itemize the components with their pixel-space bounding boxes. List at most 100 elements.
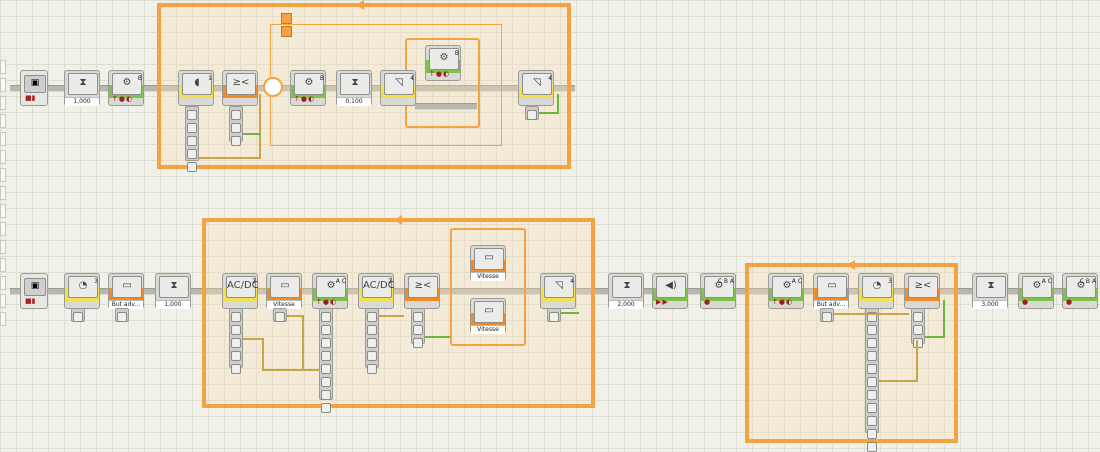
inner-motor-port: B <box>319 75 324 82</box>
compass-port: 3 <box>94 278 98 285</box>
data-wire[interactable] <box>243 133 261 135</box>
data-wire[interactable] <box>539 112 559 114</box>
motor-direction-icon: ↑●◐ <box>316 298 338 306</box>
loop-arrow-icon <box>394 215 402 225</box>
loop-block-2[interactable] <box>202 215 595 408</box>
compare-icon: ≥< <box>408 276 438 298</box>
wait-time-label: 1,000 <box>65 97 99 106</box>
briefcase-icon: ▭ <box>270 276 300 298</box>
start-icon: ▣ <box>24 278 46 296</box>
loop-compare-data-hub[interactable] <box>911 308 925 348</box>
switch-tab-icons[interactable] <box>281 13 303 37</box>
hourglass-icon: ⧗ <box>159 276 189 298</box>
compass-data-hub[interactable] <box>71 308 85 322</box>
acdc-port: 2 <box>252 278 256 285</box>
logic-block-2[interactable]: ◹ 4 <box>540 273 576 309</box>
sensor-block[interactable]: ◖ 1 <box>178 70 214 106</box>
switch-fork-icon[interactable] <box>263 77 283 97</box>
data-wire[interactable] <box>834 313 909 315</box>
wait-time-block-3[interactable]: ⧗ 2,000 <box>608 273 644 309</box>
logic-block[interactable]: ◹ 4 <box>518 70 554 106</box>
motor-block-3[interactable]: ⚙ C B A ● <box>700 273 736 309</box>
acdc-block-2[interactable]: AC/DC 2 <box>358 273 395 309</box>
sound-play-icon: ▶▶ <box>656 298 669 306</box>
case-block[interactable]: ▭ But adv... <box>108 273 144 309</box>
wait-time-block-4[interactable]: ⧗ 3,000 <box>972 273 1008 309</box>
acdc-data-hub-1[interactable] <box>229 308 243 374</box>
compare-sensor-port: 4 <box>410 75 414 82</box>
acdc-block-1[interactable]: AC/DC 2 <box>222 273 259 309</box>
sound-block[interactable]: ◀) ▶▶ <box>652 273 688 309</box>
motor-block-2[interactable]: ⚙ A C ↑●◐ <box>312 273 348 309</box>
briefcase-icon: ▭ <box>817 276 847 298</box>
motor-block-4[interactable]: ⚙ A C ● <box>1018 273 1054 309</box>
data-wire[interactable] <box>262 369 320 371</box>
wait-time-label-4: 3,000 <box>973 300 1007 309</box>
compass-block[interactable]: ◔ 3 <box>64 273 100 309</box>
start-stop-icon: ■▮ <box>25 297 36 305</box>
data-wire[interactable] <box>561 312 579 314</box>
loop-compass-block[interactable]: ◔ 3 <box>858 273 894 309</box>
logic-data-hub-2[interactable] <box>547 308 561 322</box>
case-vitesse-data-hub[interactable] <box>273 308 287 322</box>
switch-false-case-block[interactable]: ▭ Vitesse <box>470 298 506 334</box>
compare-sensor-block[interactable]: ◹ 4 <box>380 70 416 106</box>
data-wire[interactable] <box>879 380 917 382</box>
switch-true-case-block[interactable]: ▭ Vitesse <box>470 245 506 281</box>
data-wire[interactable] <box>379 315 404 317</box>
compare-icon: ≥< <box>908 276 938 298</box>
hourglass-icon: ⧗ <box>976 276 1006 298</box>
wait-time-label-2: 1,000 <box>156 300 190 309</box>
compare-icon: ≥< <box>226 73 256 95</box>
loop-motor-port: A C <box>791 278 802 285</box>
loop-compare-block[interactable]: ≥< <box>904 273 940 309</box>
wait-time-block-2[interactable]: ⧗ 1,000 <box>155 273 191 309</box>
data-wire[interactable] <box>925 336 945 338</box>
inner-wait-block[interactable]: ⧗ 0,100 <box>336 70 372 106</box>
compare-data-hub[interactable] <box>229 106 243 146</box>
case-data-hub[interactable] <box>115 308 129 322</box>
start-stop-icon: ■▮ <box>25 94 36 102</box>
data-wire[interactable] <box>425 336 450 338</box>
data-wire[interactable] <box>557 94 559 114</box>
compare-data-hub-2[interactable] <box>411 308 425 348</box>
loop-motor-block[interactable]: ⚙ A C ↑●◐ <box>768 273 804 309</box>
program-canvas[interactable]: ▣ ■▮ ⧗ 1,000 ⚙ B ↑●◐ ◖ 1 ≥< ⚙ B ↑●◐ ⧗ 0,… <box>0 0 1100 452</box>
compare-block[interactable]: ≥< <box>222 70 258 106</box>
data-wire[interactable] <box>243 338 263 340</box>
start-block-1[interactable]: ▣ ■▮ <box>20 70 48 106</box>
data-wire[interactable] <box>259 94 261 159</box>
data-wire[interactable] <box>287 315 303 317</box>
compare-block-2[interactable]: ≥< <box>404 273 440 309</box>
motor-data-hub-2[interactable] <box>319 308 333 413</box>
start-block-2[interactable]: ▣ ■▮ <box>20 273 48 309</box>
data-wire[interactable] <box>199 157 259 159</box>
data-wire[interactable] <box>302 315 304 370</box>
case-vitesse-block[interactable]: ▭ Vitesse <box>266 273 302 309</box>
motor-port-5: C B A <box>1079 278 1096 285</box>
switch-false-beam <box>415 103 477 110</box>
switch-motor-block[interactable]: ⚙ B ↑●◐ <box>425 45 461 81</box>
logic-port: 4 <box>548 75 552 82</box>
inner-motor-block[interactable]: ⚙ B ↑●◐ <box>290 70 326 106</box>
sensor-port: 1 <box>208 75 212 82</box>
acdc-data-hub-2[interactable] <box>365 308 379 374</box>
hourglass-icon: ⧗ <box>612 276 642 298</box>
side-ruler <box>0 60 6 326</box>
motor-stop-icon: ● <box>1066 298 1074 306</box>
motor-block[interactable]: ⚙ B ↑●◐ <box>108 70 144 106</box>
logic-data-hub[interactable] <box>525 106 539 120</box>
loop-case-block[interactable]: ▭ But adv... <box>813 273 849 309</box>
motor-port-3: C B A <box>717 278 734 285</box>
loop-case-data-hub[interactable] <box>820 308 834 322</box>
motor-block-5[interactable]: ⚙ C B A ● <box>1062 273 1098 309</box>
data-wire[interactable] <box>943 300 945 338</box>
wait-time-block[interactable]: ⧗ 1,000 <box>64 70 100 106</box>
switch-true-label: Vitesse <box>471 272 505 281</box>
sensor-data-hub[interactable] <box>185 106 199 172</box>
data-wire[interactable] <box>262 338 264 370</box>
motor-port: B <box>137 75 142 82</box>
loop-compass-data-hub[interactable] <box>865 308 879 452</box>
briefcase-icon: ▭ <box>112 276 142 298</box>
data-wire[interactable] <box>916 340 918 382</box>
